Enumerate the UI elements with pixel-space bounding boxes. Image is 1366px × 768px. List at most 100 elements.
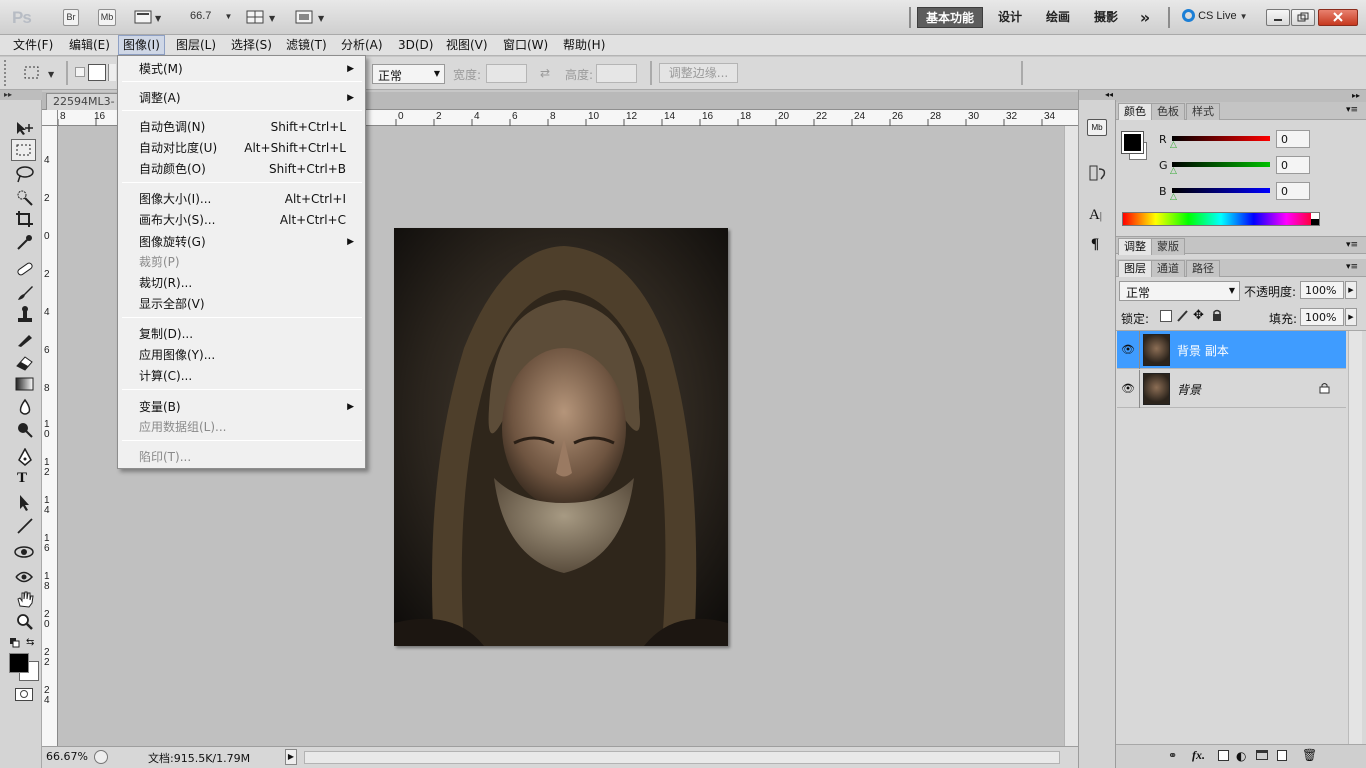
character-panel-icon[interactable]: A|: [1089, 207, 1102, 224]
menu-item-trim[interactable]: 裁切(R)...: [139, 273, 361, 293]
tab-color[interactable]: 颜色: [1118, 103, 1152, 120]
screen-mode-button[interactable]: ▼: [295, 10, 329, 25]
eyedropper-tool-icon[interactable]: [15, 233, 35, 251]
menu-3d[interactable]: 3D(D): [398, 35, 433, 55]
workspace-essentials[interactable]: 基本功能: [917, 7, 983, 28]
menu-analysis[interactable]: 分析(A): [341, 35, 383, 55]
menu-item-apply-data-set[interactable]: 应用数据组(L)...: [139, 417, 361, 437]
menu-item-variables[interactable]: 变量(B) ▶: [139, 397, 361, 417]
menu-filter[interactable]: 滤镜(T): [286, 35, 327, 55]
menu-select[interactable]: 选择(S): [231, 35, 272, 55]
brush-tool-icon[interactable]: [15, 284, 35, 302]
fill-slider-button[interactable]: ▶: [1345, 308, 1357, 326]
panel-menu-icon[interactable]: ▾≡: [1346, 105, 1358, 115]
close-button[interactable]: [1318, 9, 1358, 26]
dodge-tool-icon[interactable]: [15, 421, 35, 439]
new-layer-icon[interactable]: [1277, 750, 1287, 761]
default-colors-icon[interactable]: [10, 638, 20, 648]
width-input[interactable]: [486, 64, 527, 83]
paragraph-panel-icon[interactable]: ¶: [1091, 236, 1099, 253]
blue-slider[interactable]: [1172, 188, 1270, 193]
document-tab[interactable]: 22594ML3-: [46, 93, 122, 110]
adjustment-layer-icon[interactable]: ◐: [1236, 749, 1246, 763]
menu-layer[interactable]: 图层(L): [176, 35, 216, 55]
style-select[interactable]: 正常 ▼: [372, 64, 445, 84]
quick-selection-tool-icon[interactable]: [15, 188, 35, 206]
restore-button[interactable]: [1291, 9, 1315, 26]
menu-item-adjustments[interactable]: 调整(A) ▶: [139, 88, 361, 108]
height-input[interactable]: [596, 64, 637, 83]
trash-icon[interactable]: 🗑: [1302, 748, 1317, 762]
green-slider[interactable]: [1172, 162, 1270, 167]
lock-transparent-icon[interactable]: [1160, 310, 1172, 322]
view-extras-button[interactable]: ▼: [134, 10, 164, 25]
red-slider[interactable]: [1172, 136, 1270, 141]
tab-layers[interactable]: 图层: [1118, 260, 1152, 277]
arrange-documents-button[interactable]: ▼: [246, 10, 280, 25]
horizontal-scrollbar[interactable]: [304, 751, 1060, 764]
tab-adjustments[interactable]: 调整: [1118, 238, 1152, 255]
fill-input[interactable]: 100%: [1300, 308, 1344, 326]
menu-edit[interactable]: 编辑(E): [69, 35, 110, 55]
menu-item-canvas-size[interactable]: 画布大小(S)... Alt+Ctrl+C: [139, 210, 361, 230]
tab-paths[interactable]: 路径: [1186, 260, 1220, 277]
blur-tool-icon[interactable]: [15, 398, 35, 416]
zoom-status[interactable]: 66.67%: [46, 750, 88, 763]
tool-preset-picker[interactable]: ▼: [20, 63, 60, 83]
swap-icon[interactable]: ⇄: [540, 66, 550, 80]
menu-image[interactable]: 图像(I): [118, 35, 165, 55]
menu-item-auto-color[interactable]: 自动颜色(O) Shift+Ctrl+B: [139, 159, 361, 179]
zoom-tool-icon[interactable]: [15, 613, 35, 631]
layer-name[interactable]: 背景: [1177, 381, 1201, 398]
lasso-tool-icon[interactable]: [15, 165, 35, 183]
lock-pixels-icon[interactable]: [1176, 308, 1190, 322]
bridge-button[interactable]: Br: [63, 9, 79, 26]
status-menu-arrow[interactable]: ▶: [285, 749, 297, 765]
eraser-tool-icon[interactable]: [15, 353, 35, 371]
3d-orbit-tool-icon[interactable]: [13, 568, 35, 586]
green-value-input[interactable]: 0: [1276, 156, 1310, 174]
collapse-dock-button[interactable]: ◂◂: [1079, 90, 1117, 100]
new-selection-icon[interactable]: [75, 67, 85, 77]
subtract-selection-icon[interactable]: [108, 64, 116, 81]
menu-file[interactable]: 文件(F): [13, 35, 53, 55]
lock-position-icon[interactable]: ✥: [1193, 308, 1204, 323]
workspace-design[interactable]: 设计: [990, 7, 1030, 28]
lock-all-icon[interactable]: [1211, 309, 1223, 322]
tab-masks[interactable]: 蒙版: [1151, 238, 1185, 255]
status-options-icon[interactable]: [94, 750, 108, 764]
type-tool-icon[interactable]: T: [17, 470, 27, 487]
menu-item-reveal-all[interactable]: 显示全部(V): [139, 294, 361, 314]
opacity-slider-button[interactable]: ▶: [1345, 281, 1357, 299]
layer-row[interactable]: 👁 背景: [1117, 370, 1346, 408]
marquee-tool-icon[interactable]: [11, 139, 36, 161]
layer-style-icon[interactable]: fx.: [1192, 748, 1205, 763]
foreground-color-swatch[interactable]: [9, 653, 29, 673]
pen-tool-icon[interactable]: [15, 448, 35, 466]
ruler-origin[interactable]: [42, 110, 58, 126]
swap-colors-icon[interactable]: ⇆: [26, 637, 34, 648]
layer-name[interactable]: 背景 副本: [1177, 342, 1229, 359]
color-fg-swatch[interactable]: [1121, 131, 1144, 154]
menu-item-image-size[interactable]: 图像大小(I)... Alt+Ctrl+I: [139, 189, 361, 209]
cs-live-button[interactable]: CS Live ▼: [1182, 9, 1248, 22]
minimize-button[interactable]: [1266, 9, 1290, 26]
blue-value-input[interactable]: 0: [1276, 182, 1310, 200]
zoom-level-combo[interactable]: 66.7 ▼: [190, 10, 232, 22]
tab-styles[interactable]: 样式: [1186, 103, 1220, 120]
history-brush-tool-icon[interactable]: [15, 330, 35, 348]
line-tool-icon[interactable]: [15, 517, 35, 535]
menu-item-auto-tone[interactable]: 自动色调(N) Shift+Ctrl+L: [139, 117, 361, 137]
slider-thumb-icon[interactable]: △: [1170, 140, 1177, 150]
path-selection-tool-icon[interactable]: [15, 494, 35, 512]
menu-item-crop[interactable]: 裁剪(P): [139, 252, 361, 272]
collapse-panels-button[interactable]: ▸▸: [1116, 90, 1366, 102]
slider-thumb-icon[interactable]: △: [1170, 166, 1177, 176]
3d-rotate-tool-icon[interactable]: [13, 543, 35, 561]
clone-stamp-tool-icon[interactable]: [15, 306, 35, 324]
crop-tool-icon[interactable]: [15, 210, 35, 228]
link-layers-icon[interactable]: ⚭: [1168, 749, 1177, 762]
workspace-painting[interactable]: 绘画: [1038, 7, 1078, 28]
eye-icon[interactable]: 👁: [1121, 343, 1135, 356]
menu-window[interactable]: 窗口(W): [503, 35, 548, 55]
